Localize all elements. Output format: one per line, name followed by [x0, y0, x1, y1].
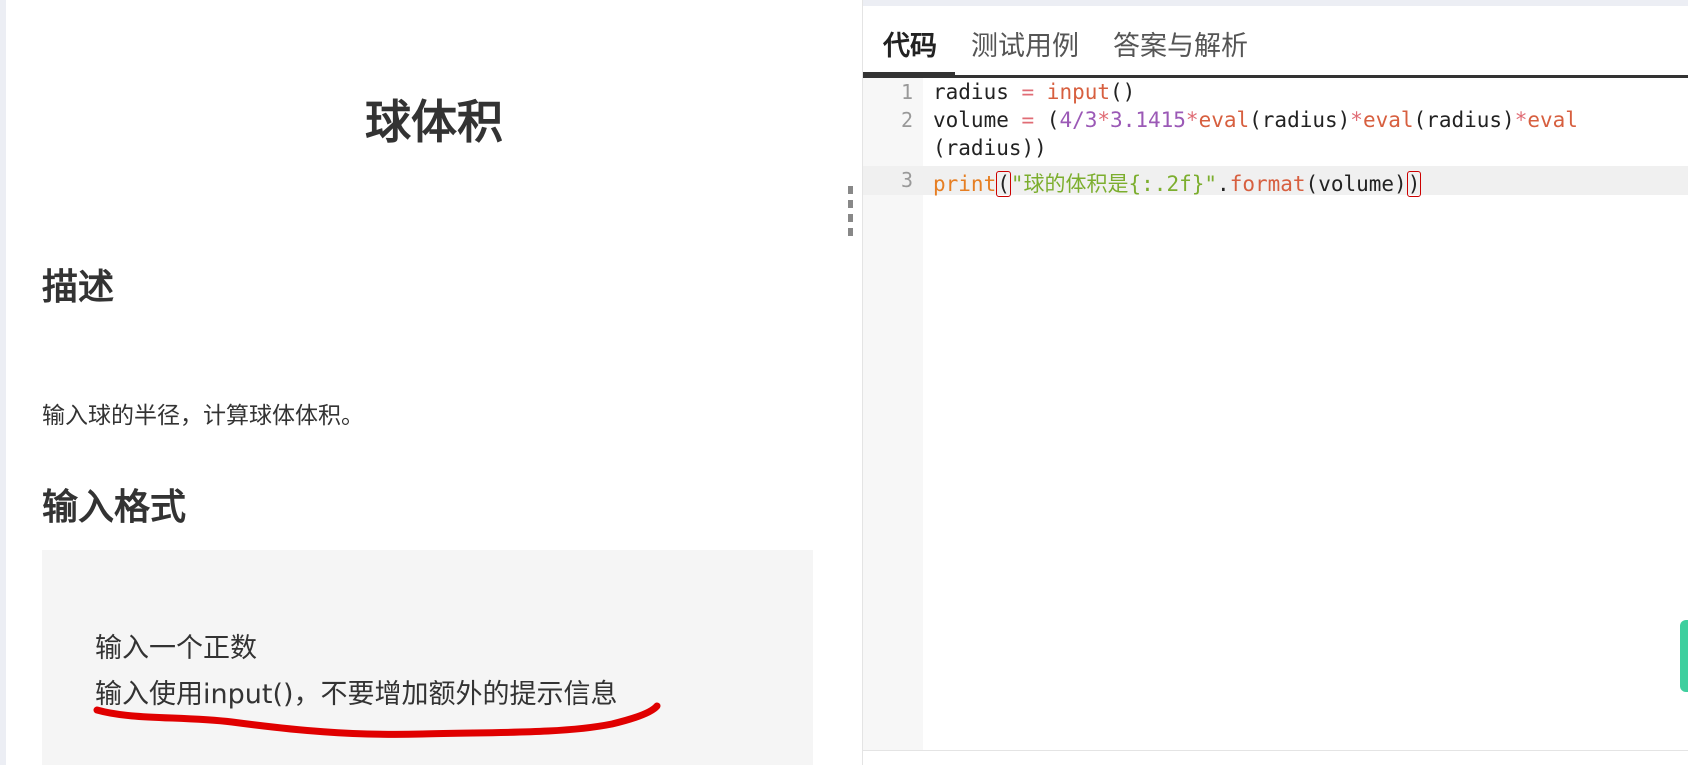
code-panel: 代码 测试用例 答案与解析 1 2 3 radius = input() vol…	[863, 0, 1688, 766]
side-panel-toggle[interactable]	[1680, 620, 1688, 692]
code-line-1[interactable]: radius = input()	[933, 80, 1135, 104]
editor-tabs: 代码 测试用例 答案与解析	[863, 6, 1688, 78]
code-line-2[interactable]: volume = (4/3*3.1415*eval(radius)*eval(r…	[933, 108, 1578, 132]
description-text: 输入球的半径，计算球体体积。	[42, 403, 364, 429]
problem-panel: 球体积 描述 输入球的半径，计算球体体积。 输入格式 输入一个正数 输入使用in…	[0, 0, 862, 765]
code-line-2-wrap[interactable]: (radius))	[933, 136, 1047, 160]
code-line-3[interactable]: print("球的体积是{:.2f}".format(volume))	[933, 168, 1422, 198]
line-number: 1	[900, 80, 913, 104]
line-number: 2	[900, 108, 913, 132]
input-format-line: 输入一个正数	[95, 633, 257, 664]
input-format-line: 输入使用input()，不要增加额外的提示信息	[95, 679, 618, 710]
problem-title: 球体积	[365, 95, 503, 149]
code-editor[interactable]: 1 2 3 radius = input() volume = (4/3*3.1…	[863, 78, 1688, 750]
matched-bracket-open: (	[996, 171, 1011, 197]
tab-answer-analysis[interactable]: 答案与解析	[1113, 24, 1248, 63]
description-heading: 描述	[42, 267, 115, 308]
tab-code[interactable]: 代码	[883, 24, 937, 63]
input-format-heading: 输入格式	[42, 487, 187, 528]
resize-handle[interactable]	[846, 186, 856, 246]
line-number: 3	[900, 168, 913, 192]
tab-test-cases[interactable]: 测试用例	[971, 24, 1079, 63]
input-format-box: 输入一个正数 输入使用input()，不要增加额外的提示信息	[42, 550, 813, 765]
editor-bottom-bar	[863, 750, 1688, 766]
matched-bracket-close: )	[1406, 171, 1422, 197]
